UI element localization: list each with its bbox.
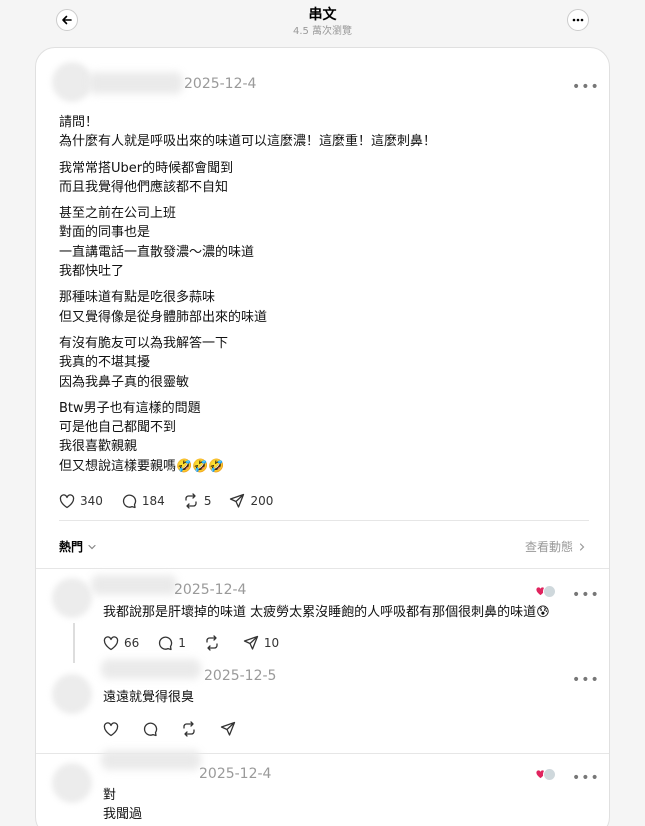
post-body: 請問！ 為什麼有人就是呼吸出來的味道可以這麼濃！這麼重！這麼刺鼻！ 我常常搭Ub… — [59, 113, 589, 483]
like-button[interactable]: 340 — [59, 493, 103, 509]
heart-icon — [103, 635, 119, 650]
reply-text: 遠遠就覺得很臭 — [103, 690, 195, 705]
share-count: 200 — [250, 494, 274, 508]
heart-icon — [59, 493, 75, 508]
thread-card: 2025-12-4 ••• 請問！ 為什麼有人就是呼吸出來的味道可以這麼濃！這麼… — [35, 47, 610, 826]
thread-line — [73, 623, 75, 663]
comment-button[interactable]: 1 — [157, 635, 186, 651]
view-count: 4.5 萬次瀏覽 — [292, 26, 353, 37]
repost-button[interactable]: 5 — [183, 493, 212, 509]
sort-dropdown[interactable]: 熱門 — [59, 538, 97, 555]
share-button[interactable] — [220, 721, 241, 737]
liked-by-author-badge — [536, 768, 556, 781]
share-button[interactable]: 10 — [243, 635, 279, 651]
divider — [59, 520, 589, 521]
post-paragraph: Btw男子也有這樣的問題 可是他自己都聞不到 我很喜歡親親 但又想說這樣要親嗎🤣… — [59, 400, 225, 474]
username-redacted[interactable] — [101, 750, 201, 770]
like-button[interactable] — [103, 721, 124, 737]
repost-count: 5 — [203, 494, 212, 508]
avatar[interactable] — [52, 763, 92, 803]
chevron-right-icon — [579, 542, 585, 551]
like-count: 340 — [80, 494, 103, 508]
activity-label: 查看動態 — [524, 540, 573, 554]
repost-button[interactable] — [181, 721, 202, 737]
comment-icon — [159, 636, 173, 651]
username-redacted[interactable] — [91, 575, 177, 595]
ellipsis-icon — [572, 18, 584, 22]
avatar[interactable] — [52, 578, 92, 618]
repost-icon — [185, 493, 197, 509]
comment-icon — [122, 494, 137, 509]
sort-label: 熱門 — [59, 540, 84, 554]
author-avatar — [543, 768, 556, 781]
username-redacted[interactable] — [88, 72, 183, 94]
like-count: 66 — [124, 636, 140, 650]
comment-icon — [143, 722, 158, 737]
post-paragraph: 那種味道有點是吃很多蒜味 但又覺得像是從身體肺部出來的味道 — [59, 290, 268, 325]
username-redacted[interactable] — [101, 659, 201, 679]
comment-button[interactable] — [142, 721, 163, 737]
reply-date: 2025-12-5 — [204, 668, 277, 684]
top-bar: 串文 4.5 萬次瀏覽 — [0, 0, 645, 46]
send-icon — [220, 721, 236, 736]
reply-actions — [103, 721, 259, 737]
reply-actions: 66 1 10 — [103, 635, 297, 651]
reply-date: 2025-12-4 — [199, 766, 272, 782]
divider — [36, 568, 609, 569]
heart-icon — [103, 721, 119, 736]
comment-button[interactable]: 184 — [121, 493, 165, 509]
post-date: 2025-12-4 — [184, 76, 257, 92]
share-button[interactable]: 200 — [229, 493, 273, 509]
send-icon — [230, 493, 245, 508]
page-title: 串文 — [308, 7, 337, 23]
post-paragraph: 我常常搭Uber的時候都會聞到 而且我覺得他們應該都不自知 — [59, 160, 234, 195]
post-paragraph: 請問！ 為什麼有人就是呼吸出來的味道可以這麼濃！這麼重！這麼刺鼻！ — [59, 115, 437, 150]
view-activity-link[interactable]: 查看動態 — [525, 538, 587, 555]
send-icon — [243, 635, 259, 650]
author-avatar — [543, 585, 556, 598]
reply-more-button[interactable]: ••• — [572, 673, 600, 687]
post-paragraph: 甚至之前在公司上班 對面的同事也是 一直講電話一直散發濃～濃的味道 我都快吐了 — [59, 206, 255, 280]
repost-icon — [183, 721, 195, 737]
liked-by-author-badge — [536, 585, 556, 598]
comment-count: 184 — [141, 494, 165, 508]
more-options-button[interactable] — [567, 9, 589, 31]
reply-date: 2025-12-4 — [174, 582, 247, 598]
reply-more-button[interactable]: ••• — [572, 771, 600, 785]
avatar[interactable] — [52, 62, 92, 102]
chevron-down-icon — [88, 544, 96, 549]
share-count: 10 — [263, 636, 280, 650]
post-actions: 340 184 5 200 — [59, 493, 291, 509]
comment-count: 1 — [178, 636, 186, 650]
post-paragraph: 有沒有脆友可以為我解答一下 我真的不堪其擾 因為我鼻子真的很靈敏 — [59, 335, 229, 390]
reply-text: 我都說那是肝壞掉的味道 太疲勞太累沒睡飽的人呼吸都有那個很刺鼻的味道😰 — [103, 605, 550, 620]
avatar[interactable] — [52, 674, 92, 714]
reply-more-button[interactable]: ••• — [572, 588, 600, 602]
like-button[interactable]: 66 — [103, 635, 140, 651]
post-more-button[interactable]: ••• — [572, 80, 600, 94]
reply-text: 對 我聞過 — [103, 788, 143, 822]
repost-icon — [206, 635, 218, 651]
repost-button[interactable] — [204, 635, 225, 651]
